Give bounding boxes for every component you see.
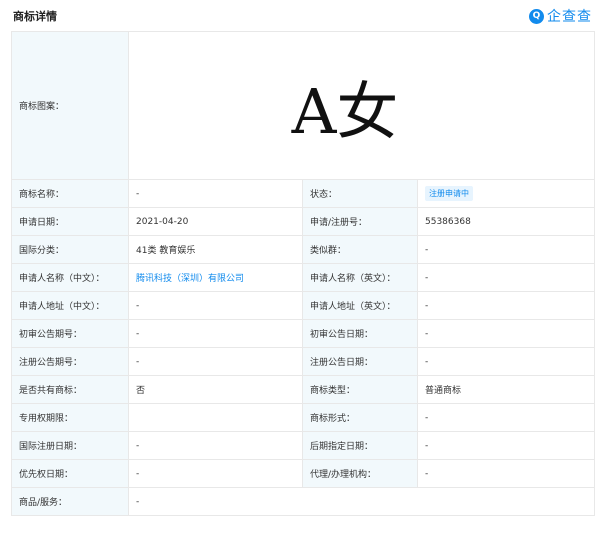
field-label: 申请/注册号： [302, 207, 418, 236]
qichacha-logo[interactable]: Q 企查查 [529, 6, 592, 26]
field-value: - [128, 347, 303, 376]
table-row: 商标名称： - 状态： 注册申请中 [11, 179, 595, 208]
field-value: - [417, 235, 595, 264]
field-label: 是否共有商标： [11, 375, 129, 404]
table-row-trademark-image: 商标图案： A女 [11, 31, 595, 180]
field-value: - [417, 431, 595, 460]
applicant-name-link[interactable]: 腾讯科技（深圳）有限公司 [136, 274, 244, 284]
field-label: 注册公告日期： [302, 347, 418, 376]
field-value: 2021-04-20 [128, 207, 303, 236]
field-value: - [417, 403, 595, 432]
field-value: 普通商标 [417, 375, 595, 404]
field-value: - [417, 347, 595, 376]
trademark-image: A女 [291, 74, 399, 148]
table-row: 专用权期限： 商标形式： - [11, 403, 595, 432]
table-row: 申请人地址（中文）： - 申请人地址（英文）： - [11, 291, 595, 320]
field-value: - [417, 291, 595, 320]
field-label: 申请人地址（英文）： [302, 291, 418, 320]
field-label: 初审公告日期： [302, 319, 418, 348]
field-label: 商标类型： [302, 375, 418, 404]
field-label: 商标形式： [302, 403, 418, 432]
field-value: - [128, 319, 303, 348]
field-value: - [128, 431, 303, 460]
page-header: 商标详情 Q 企查查 [0, 0, 596, 30]
field-value: - [128, 179, 303, 208]
field-label: 注册公告期号： [11, 347, 129, 376]
table-row: 注册公告期号： - 注册公告日期： - [11, 347, 595, 376]
field-label: 商品/服务： [11, 487, 129, 516]
applicant-cell: 腾讯科技（深圳）有限公司 [128, 263, 303, 292]
field-label: 申请人地址（中文）： [11, 291, 129, 320]
field-value: - [417, 319, 595, 348]
field-value: 55386368 [417, 207, 595, 236]
table-row: 申请日期： 2021-04-20 申请/注册号： 55386368 [11, 207, 595, 236]
qichacha-logo-text: 企查查 [547, 9, 592, 25]
field-label: 状态： [302, 179, 418, 208]
field-label: 申请日期： [11, 207, 129, 236]
field-value: - [128, 291, 303, 320]
field-value: - [417, 459, 595, 488]
field-value: 否 [128, 375, 303, 404]
field-label: 申请人名称（中文）： [11, 263, 129, 292]
field-label: 专用权期限： [11, 403, 129, 432]
trademark-detail-table: 商标图案： A女 商标名称： - 状态： 注册申请中 申请日期： 2021-04… [11, 31, 595, 516]
field-label: 国际分类： [11, 235, 129, 264]
field-label: 国际注册日期： [11, 431, 129, 460]
table-row: 国际分类： 41类 教育娱乐 类似群： - [11, 235, 595, 264]
status-cell: 注册申请中 [417, 179, 595, 208]
field-label: 申请人名称（英文）： [302, 263, 418, 292]
table-row: 商品/服务： - [11, 487, 595, 516]
field-label: 代理/办理机构： [302, 459, 418, 488]
field-value [128, 403, 303, 432]
qichacha-logo-icon: Q [529, 8, 544, 24]
page-title: 商标详情 [13, 10, 57, 23]
table-row: 申请人名称（中文）： 腾讯科技（深圳）有限公司 申请人名称（英文）： - [11, 263, 595, 292]
trademark-image-cell: A女 [128, 31, 595, 180]
status-badge: 注册申请中 [425, 186, 473, 201]
trademark-image-label: 商标图案： [11, 31, 129, 180]
table-row: 初审公告期号： - 初审公告日期： - [11, 319, 595, 348]
table-row: 是否共有商标： 否 商标类型： 普通商标 [11, 375, 595, 404]
field-label: 商标名称： [11, 179, 129, 208]
field-label: 类似群： [302, 235, 418, 264]
field-label: 初审公告期号： [11, 319, 129, 348]
field-value: - [417, 263, 595, 292]
table-row: 优先权日期： - 代理/办理机构： - [11, 459, 595, 488]
field-value: - [128, 487, 595, 516]
field-label: 优先权日期： [11, 459, 129, 488]
field-label: 后期指定日期： [302, 431, 418, 460]
field-value: - [128, 459, 303, 488]
table-row: 国际注册日期： - 后期指定日期： - [11, 431, 595, 460]
field-value: 41类 教育娱乐 [128, 235, 303, 264]
